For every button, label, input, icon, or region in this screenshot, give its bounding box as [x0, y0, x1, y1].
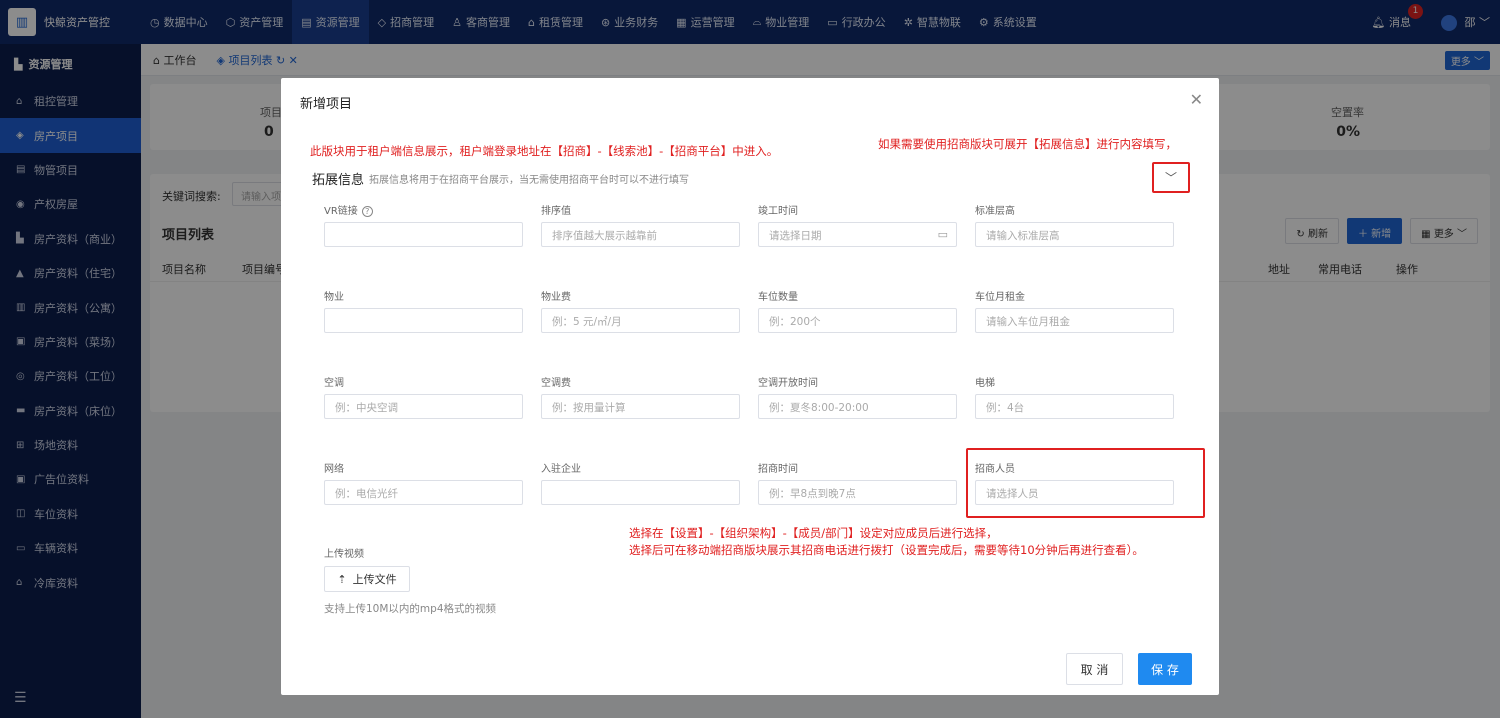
field-label-text: 空调开放时间 [758, 378, 818, 389]
field-placeholder: 排序值越大展示越靠前 [552, 230, 657, 242]
field-label: 物业费 [541, 288, 571, 303]
field-label: 空调开放时间 [758, 374, 818, 389]
field-label-text: 车位数量 [758, 292, 798, 303]
field-label-text: 招商时间 [758, 464, 798, 475]
annotation-note: 选择后可在移动端招商版块展示其招商电话进行拨打（设置完成后，需要等待10分钟后再… [629, 543, 1144, 557]
field-input[interactable]: 请输入车位月租金 [975, 308, 1174, 333]
field-label-text: 空调 [324, 378, 344, 389]
field-placeholder: 请输入车位月租金 [986, 316, 1070, 328]
field-label-text: 竣工时间 [758, 206, 798, 217]
field-input[interactable]: 例：中央空调 [324, 394, 523, 419]
field-input[interactable]: 例：早8点到晚7点 [758, 480, 957, 505]
calendar-icon: ▭ [937, 228, 948, 241]
field-input[interactable]: 请选择日期 ▭ [758, 222, 957, 247]
field-label-text: VR链接 [324, 206, 358, 217]
annotation-highlight [966, 448, 1205, 518]
field-label: VR链接? [324, 202, 373, 217]
upload-file-button[interactable]: ⇡ 上传文件 [324, 566, 410, 592]
save-button[interactable]: 保 存 [1138, 653, 1192, 685]
chevron-down-icon: ﹀ [1164, 171, 1177, 185]
field-placeholder: 例：夏冬8:00-20:00 [769, 402, 869, 414]
field-label-text: 入驻企业 [541, 464, 581, 475]
field-label: 空调 [324, 374, 344, 389]
field-input[interactable] [541, 480, 740, 505]
field-label-text: 物业 [324, 292, 344, 303]
field-label: 网络 [324, 460, 344, 475]
field-input[interactable] [324, 308, 523, 333]
field-placeholder: 请选择日期 [769, 230, 822, 242]
close-icon[interactable]: ✕ [1190, 90, 1203, 109]
field-placeholder: 例：5 元/㎡/月 [552, 316, 622, 328]
field-placeholder: 例：4台 [986, 402, 1025, 414]
field-label-text: 车位月租金 [975, 292, 1025, 303]
section-title: 拓展信息 [312, 173, 365, 188]
upload-tip: 支持上传10M以内的mp4格式的视频 [324, 603, 496, 615]
field-label: 标准层高 [975, 202, 1015, 217]
field-input[interactable]: 例：电信光纤 [324, 480, 523, 505]
field-label: 车位数量 [758, 288, 798, 303]
field-label-text: 网络 [324, 464, 344, 475]
field-input[interactable]: 例：5 元/㎡/月 [541, 308, 740, 333]
field-label-text: 电梯 [975, 378, 995, 389]
field-label: 空调费 [541, 374, 571, 389]
field-placeholder: 请输入标准层高 [986, 230, 1060, 242]
expand-toggle-button[interactable]: ﹀ [1152, 162, 1190, 193]
annotation-note: 如果需要使用招商版块可展开【拓展信息】进行内容填写， [878, 137, 1177, 151]
upload-video-label: 上传视频 [324, 549, 364, 560]
field-label: 电梯 [975, 374, 995, 389]
field-label: 车位月租金 [975, 288, 1025, 303]
field-placeholder: 例：按用量计算 [552, 402, 626, 414]
annotation-note: 此版块用于租户端信息展示，租户端登录地址在【招商】-【线索池】-【招商平台】中进… [310, 144, 779, 158]
field-input[interactable]: 例：夏冬8:00-20:00 [758, 394, 957, 419]
annotation-note: 选择在【设置】-【组织架构】-【成员/部门】设定对应成员后进行选择， [629, 526, 998, 540]
field-input[interactable]: 例：按用量计算 [541, 394, 740, 419]
field-input[interactable]: 例：200个 [758, 308, 957, 333]
dialog-title: 新增项目 [300, 97, 353, 112]
field-input[interactable]: 排序值越大展示越靠前 [541, 222, 740, 247]
field-label-text: 空调费 [541, 378, 571, 389]
help-icon[interactable]: ? [361, 206, 373, 217]
field-input[interactable] [324, 222, 523, 247]
field-input[interactable]: 例：4台 [975, 394, 1174, 419]
upload-icon: ⇡ [337, 572, 347, 586]
new-project-dialog: 新增项目 ✕ 此版块用于租户端信息展示，租户端登录地址在【招商】-【线索池】-【… [281, 78, 1219, 695]
cancel-button[interactable]: 取 消 [1066, 653, 1123, 685]
field-label: 入驻企业 [541, 460, 581, 475]
field-label: 排序值 [541, 202, 571, 217]
field-placeholder: 例：早8点到晚7点 [769, 488, 856, 500]
field-label-text: 排序值 [541, 206, 571, 217]
field-label-text: 标准层高 [975, 206, 1015, 217]
field-placeholder: 例：电信光纤 [335, 488, 398, 500]
field-input[interactable]: 请输入标准层高 [975, 222, 1174, 247]
field-label: 招商时间 [758, 460, 798, 475]
field-label: 物业 [324, 288, 344, 303]
field-label: 竣工时间 [758, 202, 798, 217]
section-description: 拓展信息将用于在招商平台展示，当无需使用招商平台时可以不进行填写 [369, 175, 689, 186]
upload-button-label: 上传文件 [352, 573, 397, 586]
field-placeholder: 例：200个 [769, 316, 821, 328]
dialog-body: 此版块用于租户端信息展示，租户端登录地址在【招商】-【线索池】-【招商平台】中进… [293, 137, 1205, 644]
field-label-text: 物业费 [541, 292, 571, 303]
field-placeholder: 例：中央空调 [335, 402, 398, 414]
